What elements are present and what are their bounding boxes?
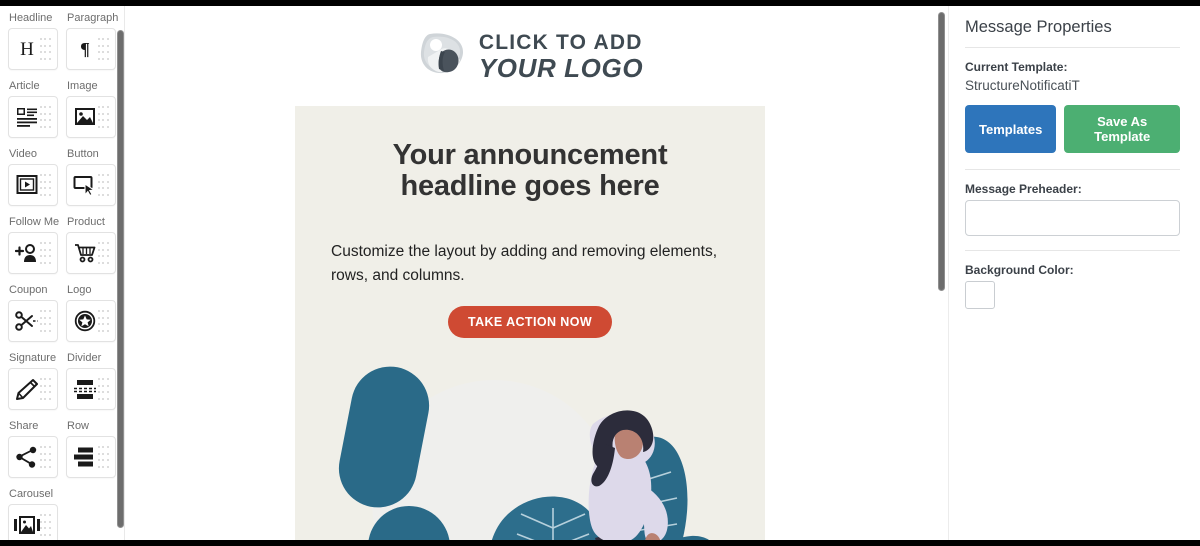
drag-handle-icon[interactable] bbox=[97, 376, 110, 402]
element-card-logo[interactable] bbox=[66, 300, 116, 342]
logo-line-1: CLICK TO ADD bbox=[478, 30, 643, 54]
element-label: Logo bbox=[67, 284, 92, 296]
email-body[interactable]: Your announcement headline goes here Cus… bbox=[295, 106, 765, 540]
email-cta-row: TAKE ACTION NOW bbox=[331, 306, 729, 338]
divider bbox=[965, 169, 1180, 170]
svg-text:H: H bbox=[20, 39, 34, 60]
element-label: Carousel bbox=[9, 488, 54, 500]
templates-button[interactable]: Templates bbox=[965, 105, 1057, 153]
drag-handle-icon[interactable] bbox=[97, 444, 110, 470]
element-cell-button: Button bbox=[62, 142, 124, 206]
element-card-video[interactable] bbox=[8, 164, 58, 206]
element-label: Follow Me bbox=[9, 216, 60, 228]
element-label: Video bbox=[9, 148, 37, 160]
elements-list: Headline H Paragraph ¶ Article Image Video Butt… bbox=[0, 6, 124, 540]
divider bbox=[965, 250, 1180, 251]
element-cell-article: Article bbox=[0, 74, 62, 138]
drag-handle-icon[interactable] bbox=[39, 36, 52, 62]
element-card-paragraph[interactable]: ¶ bbox=[66, 28, 116, 70]
message-preheader-input[interactable] bbox=[965, 200, 1180, 236]
drag-handle-icon[interactable] bbox=[97, 104, 110, 130]
element-cell-image: Image bbox=[62, 74, 124, 138]
email-builder-app: Headline H Paragraph ¶ Article Image Video Butt… bbox=[0, 0, 1200, 546]
element-card-divider[interactable] bbox=[66, 368, 116, 410]
element-card-row[interactable] bbox=[66, 436, 116, 478]
element-cell-share: Share bbox=[0, 414, 62, 478]
logo-text: CLICK TO ADD YOUR LOGO bbox=[479, 32, 643, 81]
template-buttons-row: Templates Save As Template bbox=[965, 105, 1180, 153]
email-paragraph[interactable]: Customize the layout by adding and remov… bbox=[331, 240, 729, 288]
drag-handle-icon[interactable] bbox=[39, 376, 52, 402]
element-cell-logo: Logo bbox=[62, 278, 124, 342]
element-label: Headline bbox=[9, 12, 53, 24]
element-cell-follow-me: Follow Me bbox=[0, 210, 62, 274]
element-card-headline[interactable]: H bbox=[8, 28, 58, 70]
logo-placeholder-icon bbox=[417, 30, 469, 83]
element-cell-coupon: Coupon bbox=[0, 278, 62, 342]
email-headline[interactable]: Your announcement headline goes here bbox=[331, 140, 729, 202]
element-card-product[interactable] bbox=[66, 232, 116, 274]
properties-panel-wrapper: Message Properties Current Template: Str… bbox=[935, 6, 1200, 540]
element-cell-video: Video bbox=[0, 142, 62, 206]
drag-handle-icon[interactable] bbox=[39, 512, 52, 538]
background-color-label: Background Color: bbox=[965, 263, 1074, 277]
message-properties-panel: Message Properties Current Template: Str… bbox=[948, 6, 1200, 540]
drag-handle-icon[interactable] bbox=[39, 308, 52, 334]
element-card-article[interactable] bbox=[8, 96, 58, 138]
properties-scrollbar[interactable] bbox=[938, 12, 945, 291]
element-card-button[interactable] bbox=[66, 164, 116, 206]
save-as-template-button[interactable]: Save As Template bbox=[1064, 105, 1180, 153]
drag-handle-icon[interactable] bbox=[97, 308, 110, 334]
properties-scroll-gutter bbox=[935, 6, 949, 540]
drag-handle-icon[interactable] bbox=[39, 240, 52, 266]
element-label: Button bbox=[67, 148, 99, 160]
element-cell-signature: Signature bbox=[0, 346, 62, 410]
element-cell-carousel: Carousel bbox=[0, 482, 62, 540]
sidebar-scrollbar[interactable] bbox=[117, 30, 124, 528]
background-color-swatch[interactable] bbox=[965, 281, 995, 309]
drag-handle-icon[interactable] bbox=[97, 36, 110, 62]
drag-handle-icon[interactable] bbox=[97, 172, 110, 198]
element-label: Article bbox=[9, 80, 40, 92]
drag-handle-icon[interactable] bbox=[39, 444, 52, 470]
message-preheader-label: Message Preheader: bbox=[965, 182, 1082, 196]
elements-sidebar: Headline H Paragraph ¶ Article Image Video Butt… bbox=[0, 6, 125, 540]
take-action-now-button[interactable]: TAKE ACTION NOW bbox=[447, 306, 613, 338]
drag-handle-icon[interactable] bbox=[39, 172, 52, 198]
panel-title: Message Properties bbox=[965, 18, 1112, 36]
email-illustration[interactable] bbox=[331, 352, 729, 540]
drag-handle-icon[interactable] bbox=[97, 240, 110, 266]
email-document: CLICK TO ADD YOUR LOGO Your announcement… bbox=[295, 6, 765, 540]
element-card-signature[interactable] bbox=[8, 368, 58, 410]
drag-handle-icon[interactable] bbox=[39, 104, 52, 130]
element-cell-paragraph: Paragraph ¶ bbox=[62, 6, 124, 70]
divider bbox=[965, 47, 1180, 48]
element-cell-product: Product bbox=[62, 210, 124, 274]
element-label: Divider bbox=[67, 352, 102, 364]
element-cell-headline: Headline H bbox=[0, 6, 62, 70]
element-cell-row: Row bbox=[62, 414, 124, 478]
element-card-image[interactable] bbox=[66, 96, 116, 138]
current-template-value: StructureNotificatiT bbox=[965, 78, 1080, 93]
email-canvas[interactable]: CLICK TO ADD YOUR LOGO Your announcement… bbox=[125, 6, 935, 540]
element-label: Image bbox=[67, 80, 98, 92]
element-label: Coupon bbox=[9, 284, 48, 296]
element-card-follow-me[interactable] bbox=[8, 232, 58, 274]
element-card-carousel[interactable] bbox=[8, 504, 58, 540]
element-label: Row bbox=[67, 420, 90, 432]
element-cell-divider: Divider bbox=[62, 346, 124, 410]
element-card-coupon[interactable] bbox=[8, 300, 58, 342]
element-card-share[interactable] bbox=[8, 436, 58, 478]
svg-text:¶: ¶ bbox=[80, 39, 90, 59]
logo-line-2: YOUR LOGO bbox=[478, 52, 644, 83]
element-label: Signature bbox=[9, 352, 57, 364]
email-logo-row[interactable]: CLICK TO ADD YOUR LOGO bbox=[295, 6, 765, 106]
current-template-label: Current Template: bbox=[965, 60, 1068, 74]
element-label: Paragraph bbox=[67, 12, 119, 24]
element-label: Share bbox=[9, 420, 39, 432]
element-label: Product bbox=[67, 216, 105, 228]
